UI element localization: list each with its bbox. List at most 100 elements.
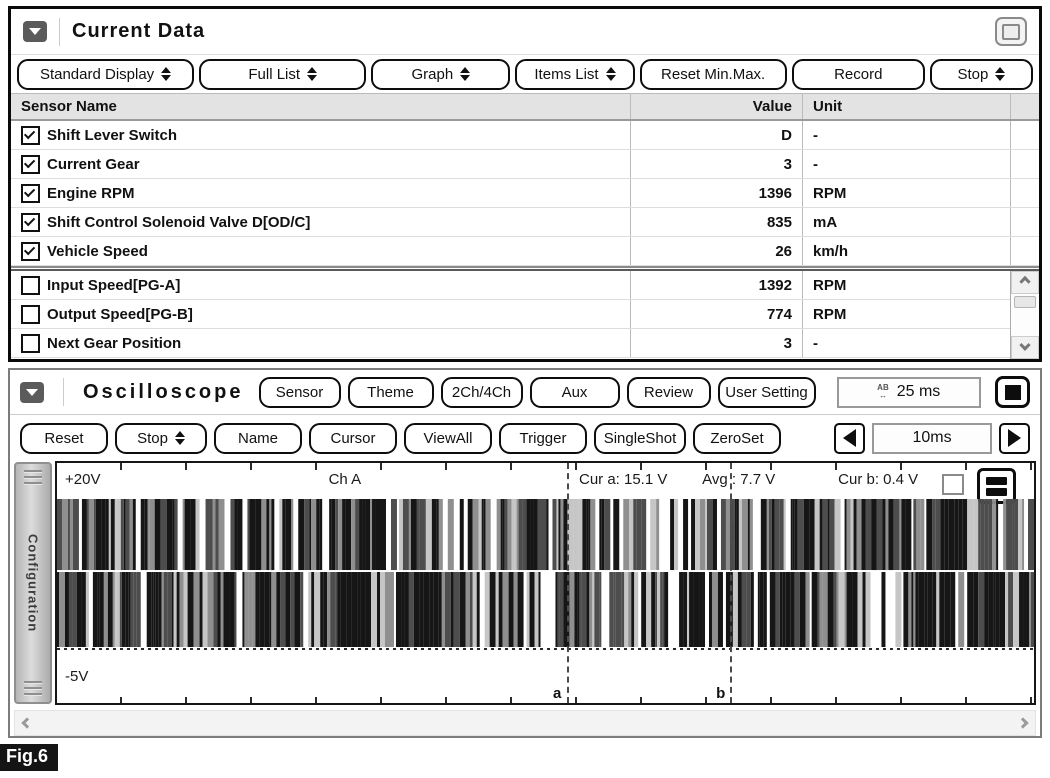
- unchecked-checkbox[interactable]: [21, 275, 40, 295]
- cursor-b-value-label: Cur b: 0.4 V: [838, 471, 919, 488]
- chevron-down-icon: [1019, 339, 1031, 351]
- button-label: Items List: [534, 65, 599, 83]
- horizontal-scrollbar[interactable]: [14, 710, 1036, 736]
- oscilloscope-bottom-buttons: Reset Stop Name Cursor ViewAll Trigger SingleS…: [20, 422, 781, 454]
- button-graph[interactable]: Graph: [371, 58, 511, 90]
- baseline-dotted-line: [57, 648, 1034, 650]
- bottom-tick-marks: [57, 697, 1034, 703]
- checked-checkbox[interactable]: [21, 125, 40, 145]
- sensor-name: Output Speed[PG-B]: [47, 305, 193, 323]
- column-header-unit: Unit: [802, 94, 1010, 119]
- arrow-right-icon: [1008, 429, 1021, 447]
- maximize-button[interactable]: [995, 17, 1027, 46]
- button-user-setting[interactable]: User Setting: [717, 376, 816, 408]
- button-label: ZeroSet: [710, 429, 764, 447]
- column-header-value: Value: [630, 94, 802, 119]
- sensor-row-shift-lever-switch: Shift Lever Switch D -: [11, 121, 1039, 150]
- table-header: Sensor Name Value Unit: [11, 93, 1039, 121]
- collapse-button[interactable]: [23, 21, 47, 42]
- unchecked-checkbox[interactable]: [21, 304, 40, 324]
- scroll-down-button[interactable]: [1011, 336, 1039, 359]
- button-review[interactable]: Review: [626, 376, 711, 408]
- scroll-up-button[interactable]: [1011, 271, 1039, 294]
- spinner-icon: [161, 67, 172, 81]
- spinner-icon: [174, 431, 185, 445]
- button-sensor[interactable]: Sensor: [258, 376, 341, 408]
- button-reset[interactable]: Reset: [20, 422, 108, 454]
- average-value-label: Avg : 7.7 V: [702, 471, 776, 488]
- sensor-unit: -: [802, 329, 1010, 357]
- grip-icon: [24, 681, 42, 696]
- voltage-min-label: -5V: [65, 668, 89, 685]
- collapse-button[interactable]: [20, 381, 44, 403]
- button-viewall[interactable]: ViewAll: [404, 422, 492, 454]
- channel-checkbox[interactable]: [942, 474, 964, 495]
- button-full-list[interactable]: Full List: [199, 58, 367, 90]
- top-tick-marks: [57, 463, 1034, 470]
- divider: [59, 17, 60, 46]
- cursor-time-display: AB ↔ 25 ms: [836, 376, 981, 408]
- button-items-list[interactable]: Items List: [515, 58, 635, 90]
- spinner-icon: [307, 67, 318, 81]
- button-record[interactable]: Record: [791, 58, 925, 90]
- button-stop[interactable]: Stop: [115, 422, 207, 454]
- sensor-unit: -: [802, 150, 1010, 178]
- button-2ch-4ch[interactable]: 2Ch/4Ch: [440, 376, 523, 408]
- oscilloscope-titlebar: Oscilloscope Sensor Theme 2Ch/4Ch Aux Review…: [10, 370, 1040, 415]
- button-standard-display[interactable]: Standard Display: [17, 58, 195, 90]
- sensor-table-selected-section: Shift Lever Switch D - Current Gear 3- Engine…: [11, 121, 1039, 266]
- sensor-value: 774: [630, 300, 802, 328]
- cursor-a-line[interactable]: [566, 463, 569, 703]
- button-reset-min-max[interactable]: Reset Min.Max.: [639, 58, 787, 90]
- sensor-row-vehicle-speed: Vehicle Speed 26 km/h: [11, 237, 1039, 266]
- row-spacer: [1010, 237, 1039, 265]
- panel-title: Oscilloscope: [83, 380, 244, 403]
- checked-checkbox[interactable]: [21, 183, 40, 203]
- oscilloscope-control-row: Reset Stop Name Cursor ViewAll Trigger SingleS…: [10, 415, 1040, 461]
- button-zeroset[interactable]: ZeroSet: [693, 422, 781, 454]
- sensor-table-extra-section: Input Speed[PG-A] 1392 RPM Output Speed[PG-…: [11, 271, 1039, 359]
- sensor-value: 26: [630, 237, 802, 265]
- button-theme[interactable]: Theme: [347, 376, 434, 408]
- sensor-row-next-gear-position: Next Gear Position 3-: [11, 329, 1039, 358]
- row-spacer: [1010, 150, 1039, 178]
- sensor-value: 835: [630, 208, 802, 236]
- vertical-scrollbar[interactable]: [1010, 271, 1039, 359]
- configuration-tab[interactable]: Configuration: [14, 462, 52, 704]
- timebase-decrease-button[interactable]: [834, 422, 865, 454]
- cursor-b-marker: b: [716, 685, 726, 702]
- column-header-sensor-name: Sensor Name: [21, 98, 117, 115]
- spinner-icon: [605, 67, 616, 81]
- sensor-unit: RPM: [802, 300, 1010, 328]
- timebase-display: 10ms: [872, 422, 992, 454]
- cursor-b-line[interactable]: [730, 463, 733, 703]
- button-aux[interactable]: Aux: [529, 376, 620, 408]
- button-cursor[interactable]: Cursor: [309, 422, 397, 454]
- cursor-a-marker: a: [552, 685, 562, 702]
- row-spacer: [1010, 179, 1039, 207]
- button-label: Reset: [44, 429, 84, 447]
- checked-checkbox[interactable]: [21, 154, 40, 174]
- sensor-unit: mA: [802, 208, 1010, 236]
- unchecked-checkbox[interactable]: [21, 333, 40, 353]
- button-label: Trigger: [519, 429, 567, 447]
- button-label: Aux: [561, 383, 588, 401]
- scrollbar-thumb[interactable]: [1014, 296, 1036, 308]
- checked-checkbox[interactable]: [21, 212, 40, 232]
- button-label: Full List: [248, 65, 301, 83]
- button-trigger[interactable]: Trigger: [499, 422, 587, 454]
- sensor-row-input-speed-pg-a: Input Speed[PG-A] 1392 RPM: [11, 271, 1039, 300]
- sensor-name: Vehicle Speed: [47, 242, 148, 260]
- channel-label: Ch A: [328, 471, 362, 488]
- maximize-icon: [1002, 23, 1020, 40]
- timebase-increase-button[interactable]: [999, 422, 1030, 454]
- button-singleshot[interactable]: SingleShot: [594, 422, 686, 454]
- button-stop[interactable]: Stop: [929, 58, 1033, 90]
- checked-checkbox[interactable]: [21, 241, 40, 261]
- button-name[interactable]: Name: [214, 422, 302, 454]
- split-bars-icon: [986, 476, 1007, 485]
- scope-stop-button[interactable]: [995, 376, 1030, 408]
- sensor-value: 3: [630, 329, 802, 357]
- sensor-unit: km/h: [802, 237, 1010, 265]
- row-spacer: [1010, 121, 1039, 149]
